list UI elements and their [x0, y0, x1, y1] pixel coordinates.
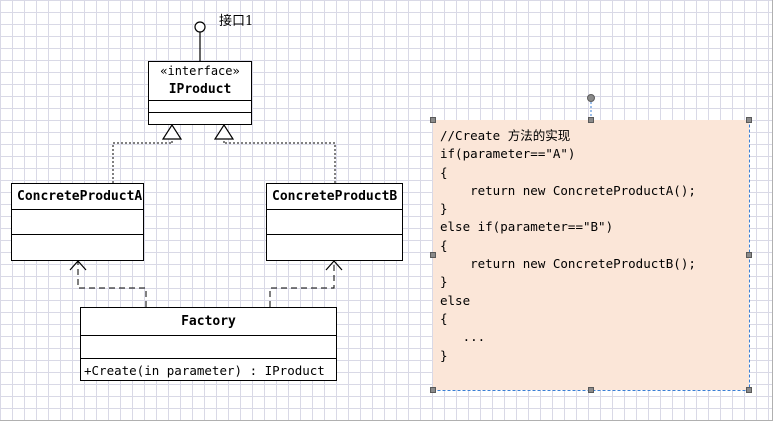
- realization-line-b[interactable]: [224, 142, 336, 183]
- note-line: {: [440, 310, 448, 326]
- concrete-product-a-operations: [12, 235, 143, 259]
- resize-handle-top[interactable]: [588, 117, 594, 123]
- iproduct-interface-box[interactable]: «interface» IProduct: [148, 61, 252, 125]
- concrete-product-b-operations: [267, 235, 402, 259]
- concrete-product-b-header: ConcreteProductB: [267, 184, 402, 210]
- note-line: }: [440, 347, 448, 363]
- resize-handle-bottom-right[interactable]: [746, 387, 752, 393]
- resize-handle-left[interactable]: [430, 252, 436, 258]
- note-text: //Create 方法的实现 if(parameter=="A") { retu…: [440, 127, 696, 365]
- note-line: //Create 方法的实现: [440, 128, 571, 143]
- concrete-product-b-box[interactable]: ConcreteProductB: [266, 183, 403, 261]
- concrete-product-a-box[interactable]: ConcreteProductA: [11, 183, 144, 261]
- concrete-product-b-attributes: [267, 210, 402, 235]
- realization-arrowhead-a: [161, 123, 183, 140]
- dependency-line-a[interactable]: [77, 261, 147, 307]
- factory-create-operation: +Create(in parameter) : IProduct: [84, 363, 325, 378]
- iproduct-operations: [149, 113, 251, 124]
- note-line: ...: [440, 329, 486, 345]
- realization-line-a[interactable]: [112, 142, 172, 183]
- iproduct-header: «interface» IProduct: [149, 62, 251, 101]
- note-line: }: [440, 274, 448, 290]
- interface-lollipop-circle[interactable]: [194, 21, 206, 33]
- factory-name: Factory: [181, 314, 236, 329]
- note-line: if(parameter=="A"): [440, 146, 576, 162]
- concrete-product-a-attributes: [12, 210, 143, 235]
- note-line: else: [440, 292, 471, 308]
- concrete-product-a-header: ConcreteProductA: [12, 184, 143, 210]
- iproduct-attributes: [149, 101, 251, 113]
- concrete-product-b-name: ConcreteProductB: [272, 189, 398, 204]
- note-line: return new ConcreteProductB();: [440, 256, 696, 272]
- resize-handle-bottom[interactable]: [588, 387, 594, 393]
- realization-arrowhead-b: [213, 123, 235, 140]
- dependency-line-b[interactable]: [269, 261, 335, 307]
- iproduct-name: IProduct: [168, 82, 232, 97]
- resize-handle-top-left[interactable]: [430, 117, 436, 123]
- resize-handle-bottom-left[interactable]: [430, 387, 436, 393]
- concrete-product-a-name: ConcreteProductA: [17, 189, 143, 204]
- interface-stereotype: «interface»: [160, 64, 240, 78]
- note-line: else if(parameter=="B"): [440, 219, 614, 235]
- resize-handle-top-right[interactable]: [746, 117, 752, 123]
- note-line: {: [440, 237, 448, 253]
- factory-header: Factory: [81, 308, 336, 336]
- note-line: return new ConcreteProductA();: [440, 182, 696, 198]
- factory-attributes: [81, 336, 336, 359]
- resize-handle-right[interactable]: [746, 252, 752, 258]
- factory-class-box[interactable]: Factory +Create(in parameter) : IProduct: [80, 307, 337, 381]
- note-line: }: [440, 201, 448, 217]
- note-line: {: [440, 164, 448, 180]
- interface-label: 接口1: [219, 14, 254, 29]
- rotation-handle[interactable]: [587, 94, 595, 102]
